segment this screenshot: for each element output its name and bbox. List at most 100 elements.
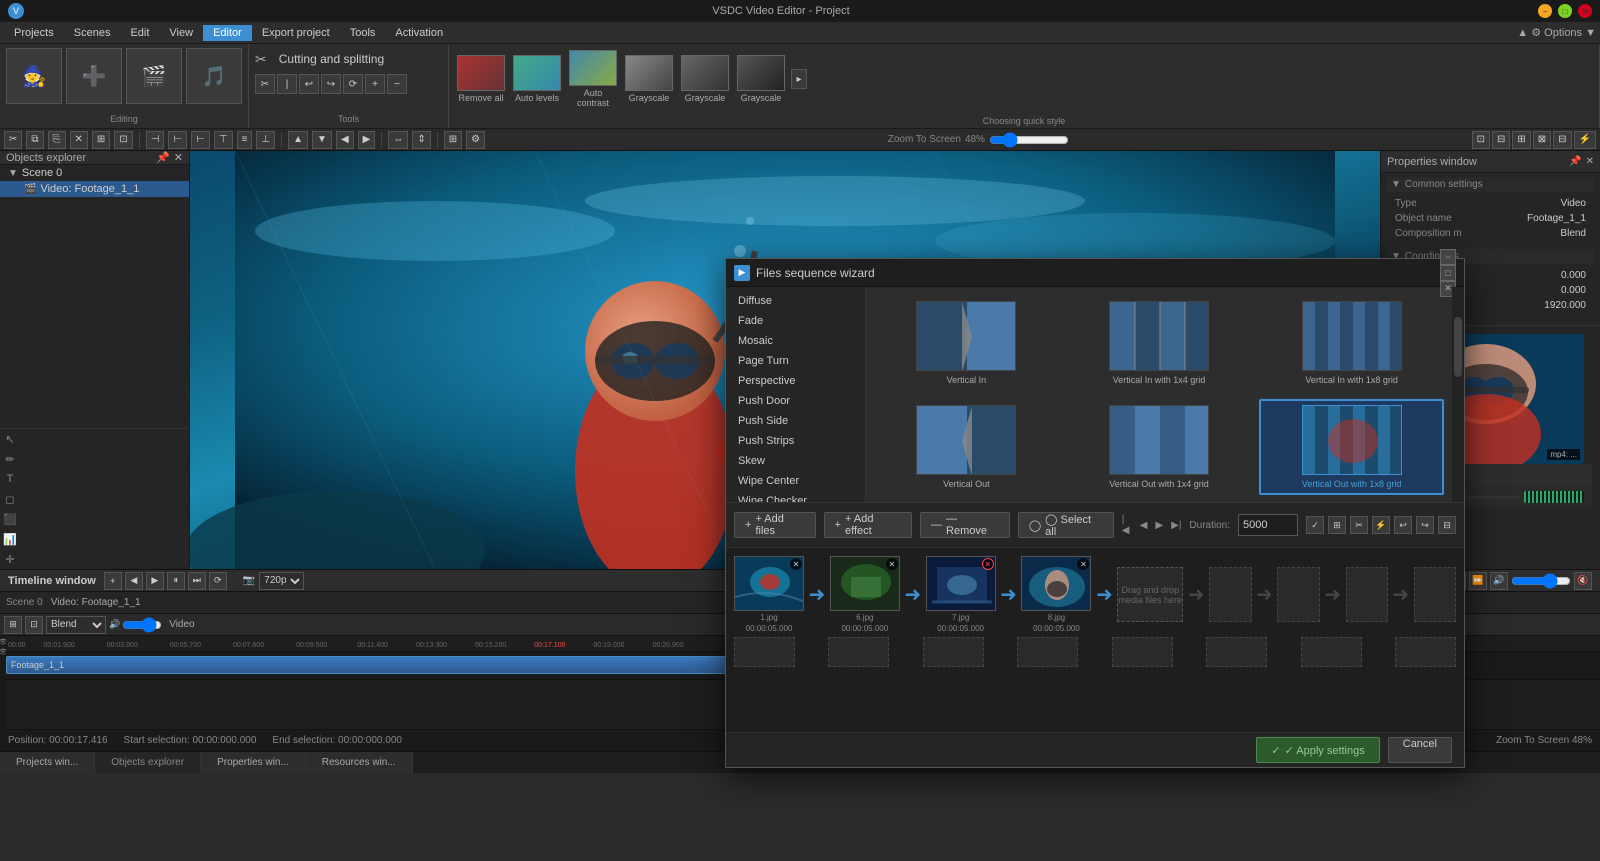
move-left-btn[interactable]: ◀ bbox=[336, 131, 354, 149]
nav-next-frame[interactable]: ▶ bbox=[1155, 520, 1163, 531]
tl-prev-btn[interactable]: ◀ bbox=[125, 572, 143, 590]
menu-projects[interactable]: Projects bbox=[4, 25, 64, 41]
cancel-btn[interactable]: Cancel bbox=[1388, 737, 1452, 763]
more-effects-btn[interactable]: ▸ bbox=[791, 69, 807, 89]
composition-row[interactable]: Composition m Blend bbox=[1387, 226, 1594, 241]
transition-vert-in-4[interactable]: Vertical In with 1x4 grid bbox=[1067, 295, 1252, 391]
tool-move[interactable]: ✛ bbox=[0, 549, 20, 569]
add-object-button[interactable]: ➕ bbox=[66, 48, 122, 104]
tl-loop-btn[interactable]: ⟳ bbox=[209, 572, 227, 590]
scene0-item[interactable]: ▼ Scene 0 bbox=[0, 165, 189, 181]
align-middle-btn[interactable]: ≡ bbox=[237, 131, 253, 149]
more-icon-btn[interactable]: ⊟ bbox=[1438, 516, 1456, 534]
tl-pause-btn[interactable]: ⏸ bbox=[167, 572, 185, 590]
copy-btn[interactable]: ⧉ bbox=[26, 131, 43, 149]
tool-pen[interactable]: ✏ bbox=[0, 449, 20, 469]
loop-btn[interactable]: ⟳ bbox=[343, 74, 363, 94]
tab-projects[interactable]: Projects win... bbox=[0, 752, 95, 773]
transition-vert-in-8[interactable]: Vertical In with 1x8 grid bbox=[1259, 295, 1444, 391]
flip-h-btn[interactable]: ⇔ bbox=[388, 131, 408, 149]
dialog-max-btn[interactable]: □ bbox=[1440, 265, 1456, 281]
object-name-row[interactable]: Object name Footage_1_1 bbox=[1387, 211, 1594, 226]
nav-prev-frame[interactable]: ◀ bbox=[1140, 520, 1148, 531]
grayscale-btn-2[interactable]: Grayscale bbox=[679, 53, 731, 105]
auto-contrast-btn[interactable]: Auto contrast bbox=[567, 48, 619, 110]
paste-btn[interactable]: ⎘ bbox=[48, 131, 66, 149]
list-perspective[interactable]: Perspective bbox=[726, 371, 865, 391]
run-wizard-button[interactable]: 🧙 bbox=[6, 48, 62, 104]
tab-properties[interactable]: Properties win... bbox=[201, 752, 306, 773]
view-btn-5[interactable]: ⊟ bbox=[1553, 131, 1571, 149]
align-center-btn[interactable]: ⊢ bbox=[168, 131, 187, 149]
transition-arrow-2[interactable]: ➜ bbox=[904, 567, 922, 622]
nav-prev-btn[interactable]: |◀ bbox=[1122, 514, 1132, 536]
transition-vert-out-8[interactable]: Vertical Out with 1x8 grid bbox=[1259, 399, 1444, 495]
nav-next-btn[interactable]: ▶| bbox=[1171, 520, 1181, 531]
tl-play-btn[interactable]: ▶ bbox=[146, 572, 164, 590]
list-skew[interactable]: Skew bbox=[726, 451, 865, 471]
align-right-btn[interactable]: ⊢ bbox=[191, 131, 210, 149]
video-item[interactable]: 🎬 Video: Footage_1_1 bbox=[0, 181, 189, 197]
dialog-scrollbar[interactable] bbox=[1452, 287, 1464, 502]
resize-icon-btn[interactable]: ⊞ bbox=[1328, 516, 1346, 534]
tl-mute-btn[interactable]: 🔇 bbox=[1574, 572, 1592, 590]
duration-input[interactable] bbox=[1238, 514, 1298, 536]
blend-select[interactable]: Blend bbox=[46, 616, 106, 634]
video-effects-button[interactable]: 🎬 bbox=[126, 48, 182, 104]
move-up-btn[interactable]: ▲ bbox=[288, 131, 308, 149]
cut-tool-btn[interactable]: ✂ bbox=[255, 74, 275, 94]
film-item-8[interactable]: ✕ 8.jpg 00:00:05.000 bbox=[1021, 556, 1091, 633]
view-btn-3[interactable]: ⊞ bbox=[1512, 131, 1530, 149]
list-push-strips[interactable]: Push Strips bbox=[726, 431, 865, 451]
transition-arrow-4[interactable]: ➜ bbox=[1095, 567, 1113, 622]
transition-vert-in[interactable]: Vertical In bbox=[874, 295, 1059, 391]
audio-effects-button[interactable]: 🎵 bbox=[186, 48, 242, 104]
film-1-close[interactable]: ✕ bbox=[790, 558, 802, 570]
grayscale-btn-1[interactable]: Grayscale bbox=[623, 53, 675, 105]
tl-next-btn[interactable]: ⏭ bbox=[188, 572, 206, 590]
close-props-icon[interactable]: ✕ bbox=[1586, 156, 1594, 167]
add-effect-btn[interactable]: + + Add effect bbox=[824, 512, 912, 538]
volume-slider[interactable] bbox=[1511, 575, 1571, 587]
move-down-btn[interactable]: ▼ bbox=[312, 131, 332, 149]
redo-btn[interactable]: ↪ bbox=[321, 74, 341, 94]
menu-edit[interactable]: Edit bbox=[120, 25, 159, 41]
pin-props-icon[interactable]: 📌 bbox=[1569, 156, 1581, 167]
film-6-close[interactable]: ✕ bbox=[886, 558, 898, 570]
select-all-btn[interactable]: ◯ ◯ Select all bbox=[1018, 512, 1114, 538]
tl-vol-btn[interactable]: 🔊 bbox=[1490, 572, 1508, 590]
dialog-min-btn[interactable]: − bbox=[1440, 249, 1456, 265]
list-push-door[interactable]: Push Door bbox=[726, 391, 865, 411]
group-btn[interactable]: ⊡ bbox=[114, 131, 132, 149]
delete-btn[interactable]: ✕ bbox=[70, 131, 88, 149]
settings-btn[interactable]: ⚙ bbox=[466, 131, 485, 149]
view-btn-4[interactable]: ⊠ bbox=[1533, 131, 1551, 149]
tool-fill[interactable]: ⬛ bbox=[0, 509, 20, 529]
grid-btn[interactable]: ⊞ bbox=[444, 131, 462, 149]
transition-arrow-3[interactable]: ➜ bbox=[1000, 567, 1018, 622]
transition-vert-out-4[interactable]: Vertical Out with 1x4 grid bbox=[1067, 399, 1252, 495]
tool-text[interactable]: T bbox=[0, 469, 20, 489]
add-files-btn[interactable]: + + Add files bbox=[734, 512, 816, 538]
scrollbar-thumb[interactable] bbox=[1454, 317, 1462, 377]
view-btn-2[interactable]: ⊟ bbox=[1492, 131, 1510, 149]
tl-extra-btn3[interactable]: ⏩ bbox=[1469, 572, 1487, 590]
pin-icon[interactable]: 📌 bbox=[156, 151, 170, 164]
remove-btn[interactable]: — — Remove bbox=[920, 512, 1010, 538]
track-volume[interactable] bbox=[122, 620, 162, 630]
flip-v-btn[interactable]: ⇕ bbox=[412, 131, 430, 149]
undo-icon-btn[interactable]: ↩ bbox=[1394, 516, 1412, 534]
align-left-btn[interactable]: ⊣ bbox=[146, 131, 165, 149]
select-all-act[interactable]: ⊞ bbox=[92, 131, 110, 149]
drop-zone[interactable]: Drag and drop media files here bbox=[1117, 567, 1183, 622]
zoom-out-btn[interactable]: − bbox=[387, 74, 407, 94]
tt-btn2[interactable]: ⊡ bbox=[25, 616, 43, 634]
menu-tools[interactable]: Tools bbox=[340, 25, 386, 41]
menu-view[interactable]: View bbox=[159, 25, 203, 41]
film-item-7[interactable]: ✕ 7.jpg 00:00:05.000 bbox=[926, 556, 996, 633]
menu-activation[interactable]: Activation bbox=[385, 25, 453, 41]
tt-btn1[interactable]: ⊞ bbox=[4, 616, 22, 634]
tool-shape[interactable]: ◻ bbox=[0, 489, 20, 509]
tab-objects[interactable]: Objects explorer bbox=[95, 752, 201, 773]
maximize-button[interactable]: □ bbox=[1558, 4, 1572, 18]
